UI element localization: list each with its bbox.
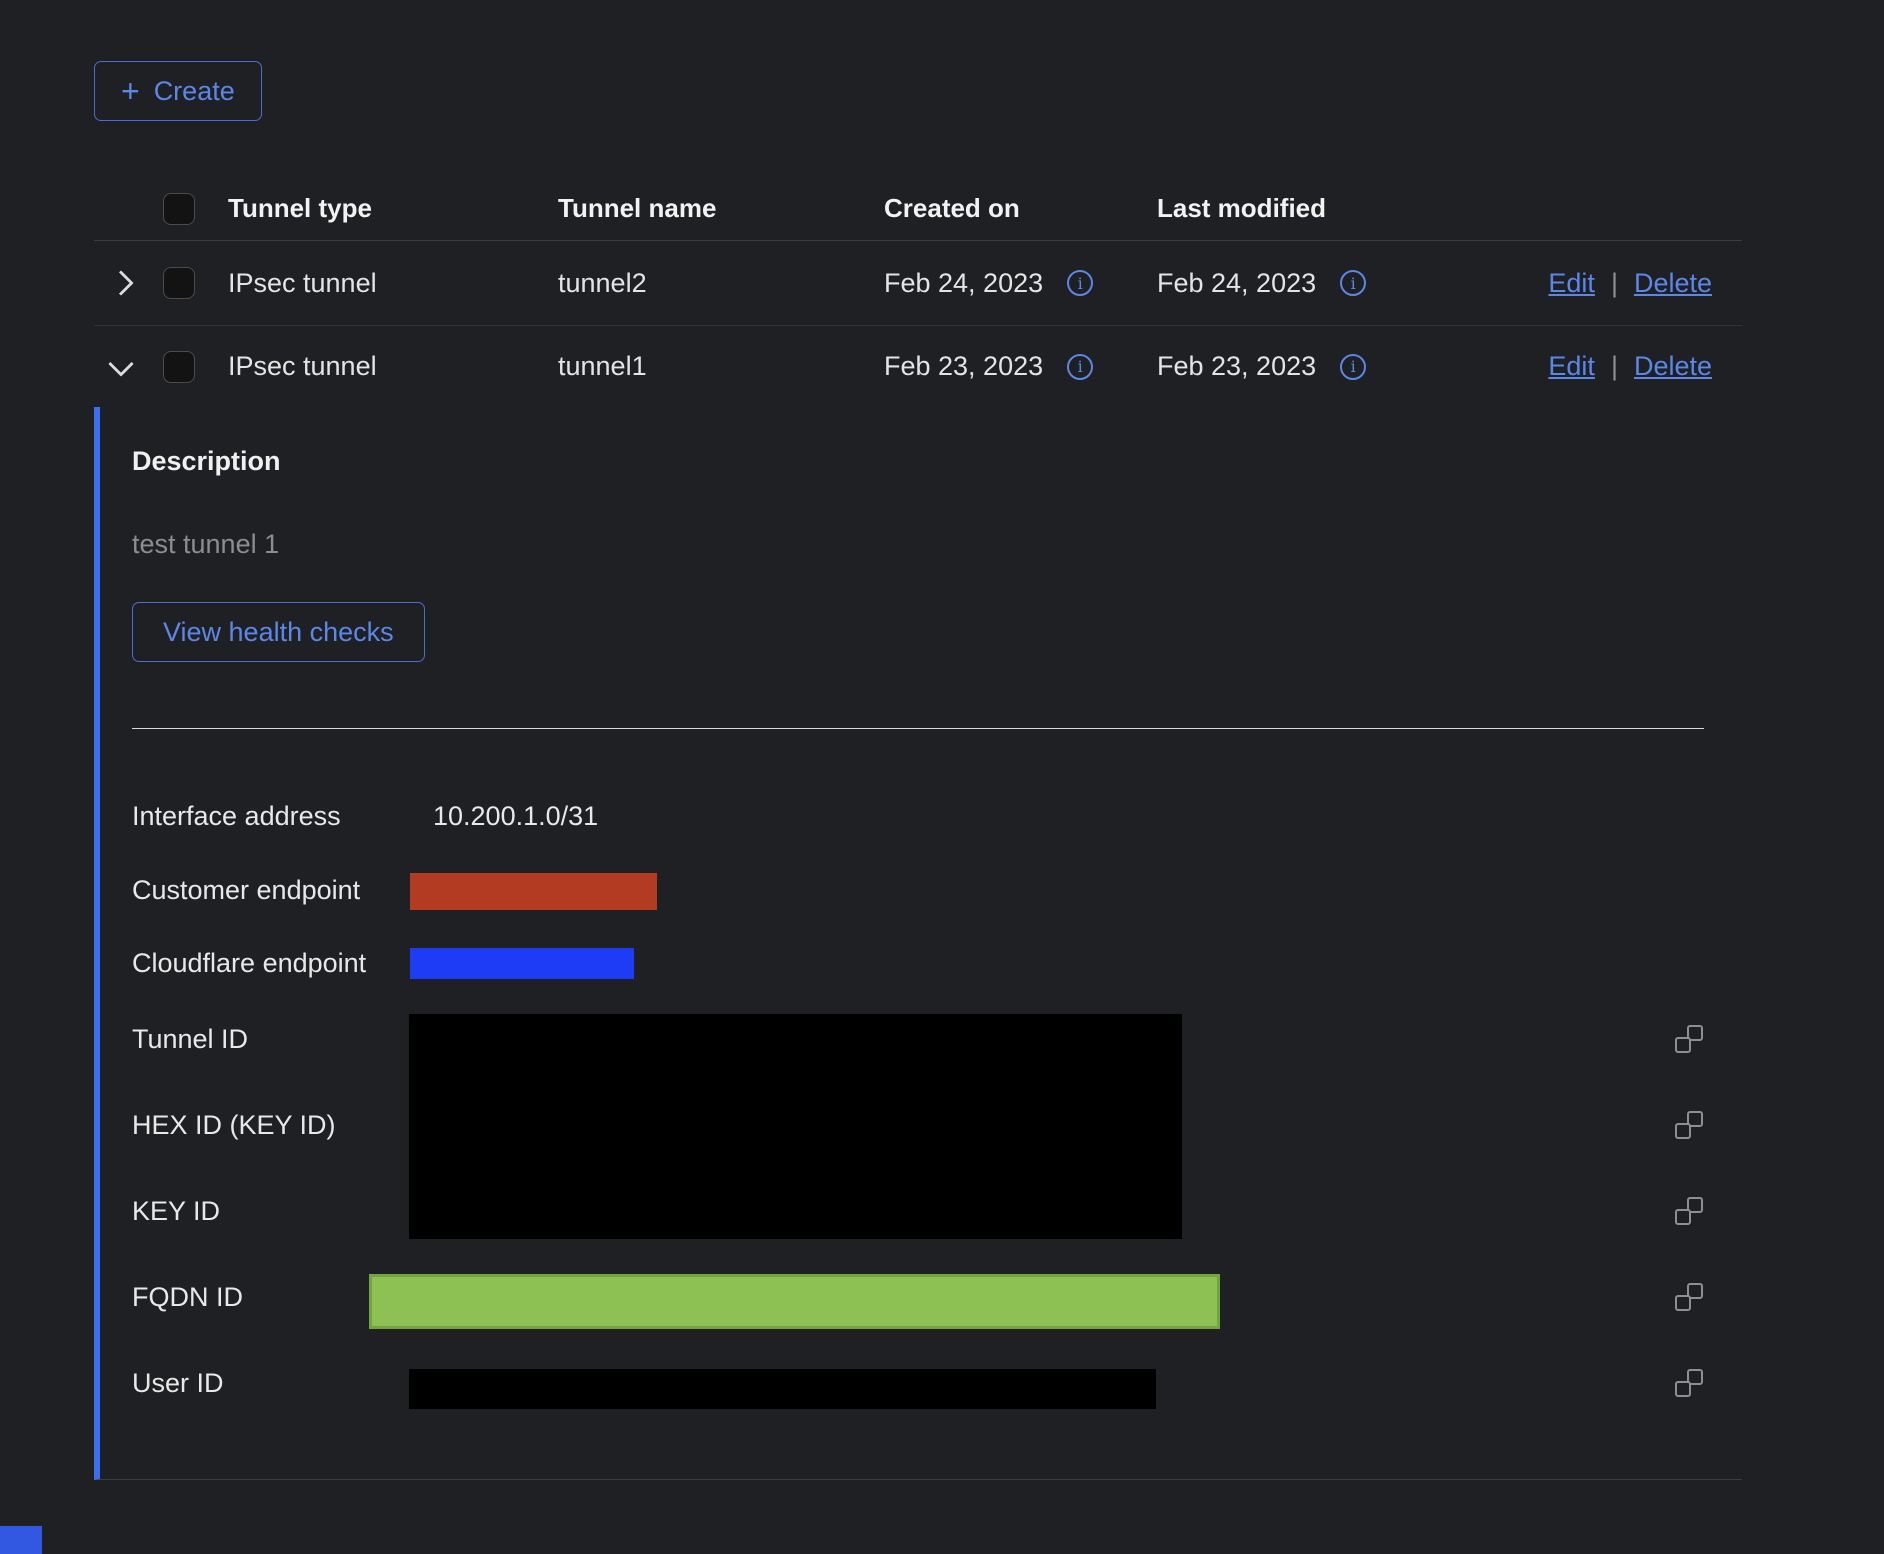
info-icon[interactable]: i — [1067, 354, 1093, 380]
column-header-tunnel-type: Tunnel type — [228, 193, 558, 224]
cloudflare-endpoint-label: Cloudflare endpoint — [132, 948, 366, 979]
last-modified-value: Feb 24, 2023 — [1157, 268, 1316, 299]
info-icon[interactable]: i — [1067, 270, 1093, 296]
delete-link[interactable]: Delete — [1634, 268, 1712, 299]
actions-separator: | — [1611, 351, 1618, 382]
copy-fqdn-id-button[interactable] — [1673, 1283, 1703, 1313]
copy-tunnel-id-button[interactable] — [1673, 1025, 1703, 1055]
tunnels-table: Tunnel type Tunnel name Created on Last … — [94, 177, 1742, 1480]
user-id-redacted-value — [409, 1369, 1156, 1409]
table-row-tunnel1: IPsec tunnel tunnel1 Feb 23, 2023 i Feb … — [94, 326, 1742, 407]
actions-separator: | — [1611, 268, 1618, 299]
info-icon[interactable]: i — [1340, 270, 1366, 296]
copy-icon — [1673, 1025, 1703, 1055]
tunnel-type-cell: IPsec tunnel — [228, 268, 558, 299]
copy-icon — [1673, 1369, 1703, 1399]
copy-hex-id-button[interactable] — [1673, 1111, 1703, 1141]
row-actions: Edit | Delete — [1548, 268, 1742, 299]
copy-key-id-button[interactable] — [1673, 1197, 1703, 1227]
delete-link[interactable]: Delete — [1634, 351, 1712, 382]
interface-address-label: Interface address — [132, 801, 341, 832]
tunnels-page: + Create Tunnel type Tunnel name Created… — [94, 61, 1742, 1480]
chevron-down-icon[interactable] — [108, 351, 133, 376]
tunnel-type-cell: IPsec tunnel — [228, 351, 558, 382]
column-header-tunnel-name: Tunnel name — [558, 193, 884, 224]
section-divider — [132, 728, 1704, 729]
tunnel-id-label: Tunnel ID — [132, 1024, 248, 1055]
interface-address-value: 10.200.1.0/31 — [433, 801, 598, 832]
last-modified-value: Feb 23, 2023 — [1157, 351, 1316, 382]
hex-id-label: HEX ID (KEY ID) — [132, 1110, 336, 1141]
copy-icon — [1673, 1283, 1703, 1313]
column-header-created-on: Created on — [884, 193, 1157, 224]
created-on-cell: Feb 24, 2023 i — [884, 268, 1157, 299]
user-id-label: User ID — [132, 1368, 224, 1399]
table-header-row: Tunnel type Tunnel name Created on Last … — [94, 177, 1742, 241]
last-modified-cell: Feb 23, 2023 i — [1157, 351, 1548, 382]
description-value: test tunnel 1 — [132, 529, 279, 560]
created-on-cell: Feb 23, 2023 i — [884, 351, 1157, 382]
table-row-tunnel2: IPsec tunnel tunnel2 Feb 24, 2023 i Feb … — [94, 241, 1742, 326]
tunnel-name-cell: tunnel1 — [558, 351, 884, 382]
edit-link[interactable]: Edit — [1548, 351, 1595, 382]
customer-endpoint-redacted-value — [410, 873, 657, 910]
created-on-value: Feb 23, 2023 — [884, 351, 1043, 382]
fqdn-id-label: FQDN ID — [132, 1282, 243, 1313]
created-on-value: Feb 24, 2023 — [884, 268, 1043, 299]
create-button[interactable]: + Create — [94, 61, 262, 121]
customer-endpoint-label: Customer endpoint — [132, 875, 360, 906]
cloudflare-endpoint-redacted-value — [410, 948, 634, 979]
tunnel-hex-key-id-redacted-value — [409, 1014, 1182, 1239]
view-health-checks-button[interactable]: View health checks — [132, 602, 425, 662]
plus-icon: + — [121, 75, 140, 107]
tunnel-details-panel: Description test tunnel 1 View health ch… — [94, 407, 1742, 1480]
key-id-label: KEY ID — [132, 1196, 220, 1227]
last-modified-cell: Feb 24, 2023 i — [1157, 268, 1548, 299]
description-label: Description — [132, 446, 281, 477]
copy-user-id-button[interactable] — [1673, 1369, 1703, 1399]
copy-icon — [1673, 1111, 1703, 1141]
chevron-right-icon[interactable] — [108, 270, 133, 295]
row-checkbox-tunnel2[interactable] — [163, 267, 195, 299]
copy-icon — [1673, 1197, 1703, 1227]
row-actions: Edit | Delete — [1548, 351, 1742, 382]
row-checkbox-tunnel1[interactable] — [163, 351, 195, 383]
fqdn-id-redacted-value — [369, 1274, 1220, 1329]
create-button-label: Create — [154, 76, 235, 107]
column-header-last-modified: Last modified — [1157, 193, 1742, 224]
info-icon[interactable]: i — [1340, 354, 1366, 380]
select-all-checkbox[interactable] — [163, 193, 195, 225]
bottom-left-blue-strip — [0, 1526, 42, 1554]
tunnel-name-cell: tunnel2 — [558, 268, 884, 299]
edit-link[interactable]: Edit — [1548, 268, 1595, 299]
